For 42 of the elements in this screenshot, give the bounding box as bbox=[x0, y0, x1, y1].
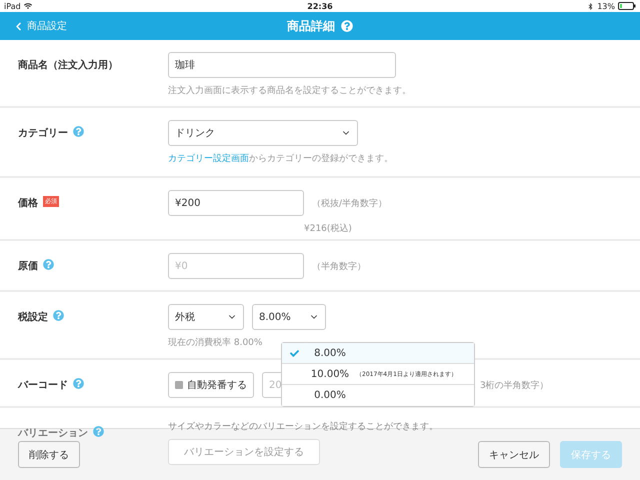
tax-type-select[interactable]: 外税 bbox=[168, 304, 244, 330]
bluetooth-icon bbox=[587, 2, 594, 10]
field-label: バーコード bbox=[18, 379, 68, 392]
hint-text: 注文入力画面に表示する商品名を設定することができます。 bbox=[168, 84, 412, 97]
menu-item[interactable]: 8.00% bbox=[282, 343, 474, 364]
help-icon[interactable] bbox=[93, 426, 104, 437]
tax-rate-select[interactable]: 8.00% bbox=[252, 304, 326, 330]
field-label: 商品名（注文入力用） bbox=[18, 58, 118, 72]
tax-included-price: ¥216(税込) bbox=[303, 222, 353, 235]
field-label: カテゴリー bbox=[18, 126, 68, 140]
hint-text: サイズやカラーなどのバリエーションを設定することができます。 bbox=[168, 420, 439, 433]
help-icon[interactable] bbox=[341, 20, 353, 32]
check-icon bbox=[290, 348, 299, 358]
menu-item-text: 8.00% bbox=[313, 348, 347, 358]
help-icon[interactable] bbox=[53, 310, 64, 321]
help-icon[interactable] bbox=[73, 126, 84, 137]
note-text: （税抜/半角数字） bbox=[312, 198, 388, 210]
text-field[interactable]: 珈琲 bbox=[168, 52, 396, 78]
price-field[interactable]: ¥200 bbox=[168, 190, 304, 216]
wifi-icon bbox=[24, 2, 32, 10]
field-label: バリエーション bbox=[18, 427, 88, 440]
hint-text: 現在の消費税率 8.00% bbox=[168, 336, 264, 349]
category-select[interactable]: ドリンク bbox=[168, 120, 358, 146]
menu-item-text: 0.00% bbox=[313, 390, 347, 401]
hint-text: カテゴリー設定画面からカテゴリーの登録ができます。 bbox=[168, 152, 394, 165]
field-label: 税設定 bbox=[18, 310, 48, 324]
battery-percent: 13% bbox=[597, 2, 615, 10]
cancel-button[interactable]: キャンセル bbox=[478, 441, 550, 468]
note-text: （半角数字） bbox=[312, 260, 366, 272]
help-icon[interactable] bbox=[73, 378, 84, 389]
auto-number-checkbox[interactable]: 自動発番する bbox=[168, 372, 254, 398]
field-label: 価格 bbox=[18, 196, 38, 210]
clock: 22:36 bbox=[307, 2, 333, 10]
help-icon[interactable] bbox=[43, 259, 54, 270]
field-label: 原価 bbox=[18, 260, 38, 273]
device-name: iPad bbox=[4, 2, 21, 10]
note-text: 3桁の半角数字） bbox=[480, 380, 549, 392]
page-title: 商品詳細 bbox=[287, 18, 335, 34]
chevron-left-icon bbox=[14, 22, 23, 30]
battery-icon bbox=[618, 2, 636, 10]
delete-button[interactable]: 削除する bbox=[18, 441, 80, 468]
menu-item-text: 10.00% bbox=[310, 368, 350, 380]
